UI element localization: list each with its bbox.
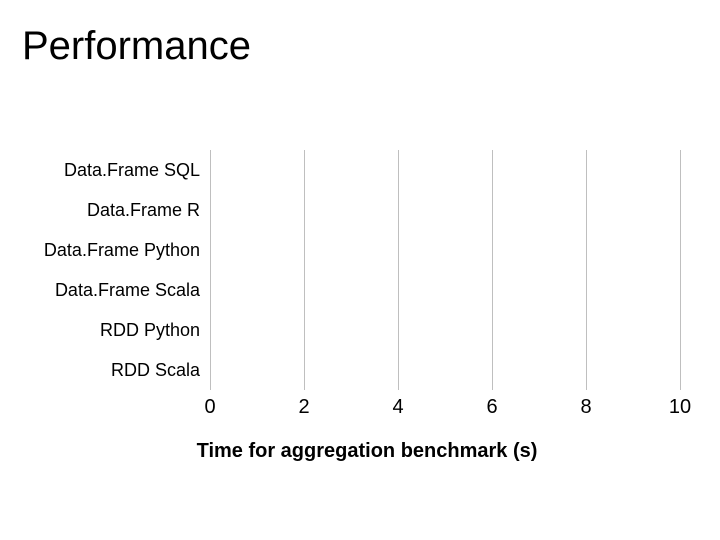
x-tick: 10: [669, 396, 691, 419]
grid-line: [492, 150, 493, 390]
page-title: Performance: [0, 0, 720, 69]
grid-line: [398, 150, 399, 390]
x-tick: 8: [580, 396, 591, 419]
x-tick: 0: [204, 396, 215, 419]
category-label: Data.Frame Scala: [0, 276, 200, 304]
bar-chart: 0 2 4 6 8 10 Data.Frame SQL Data.Frame R…: [54, 150, 680, 420]
grid-line: [304, 150, 305, 390]
category-label: Data.Frame SQL: [0, 156, 200, 184]
category-label: Data.Frame R: [0, 196, 200, 224]
category-label: RDD Python: [0, 316, 200, 344]
x-axis-title: Time for aggregation benchmark (s): [54, 440, 680, 463]
category-label: Data.Frame Python: [0, 236, 200, 264]
x-tick: 4: [392, 396, 403, 419]
x-tick: 6: [486, 396, 497, 419]
plot-area: 0 2 4 6 8 10: [210, 150, 680, 390]
category-label: RDD Scala: [0, 356, 200, 384]
grid-line: [210, 150, 211, 390]
grid-line: [680, 150, 681, 390]
x-tick: 2: [298, 396, 309, 419]
grid-line: [586, 150, 587, 390]
